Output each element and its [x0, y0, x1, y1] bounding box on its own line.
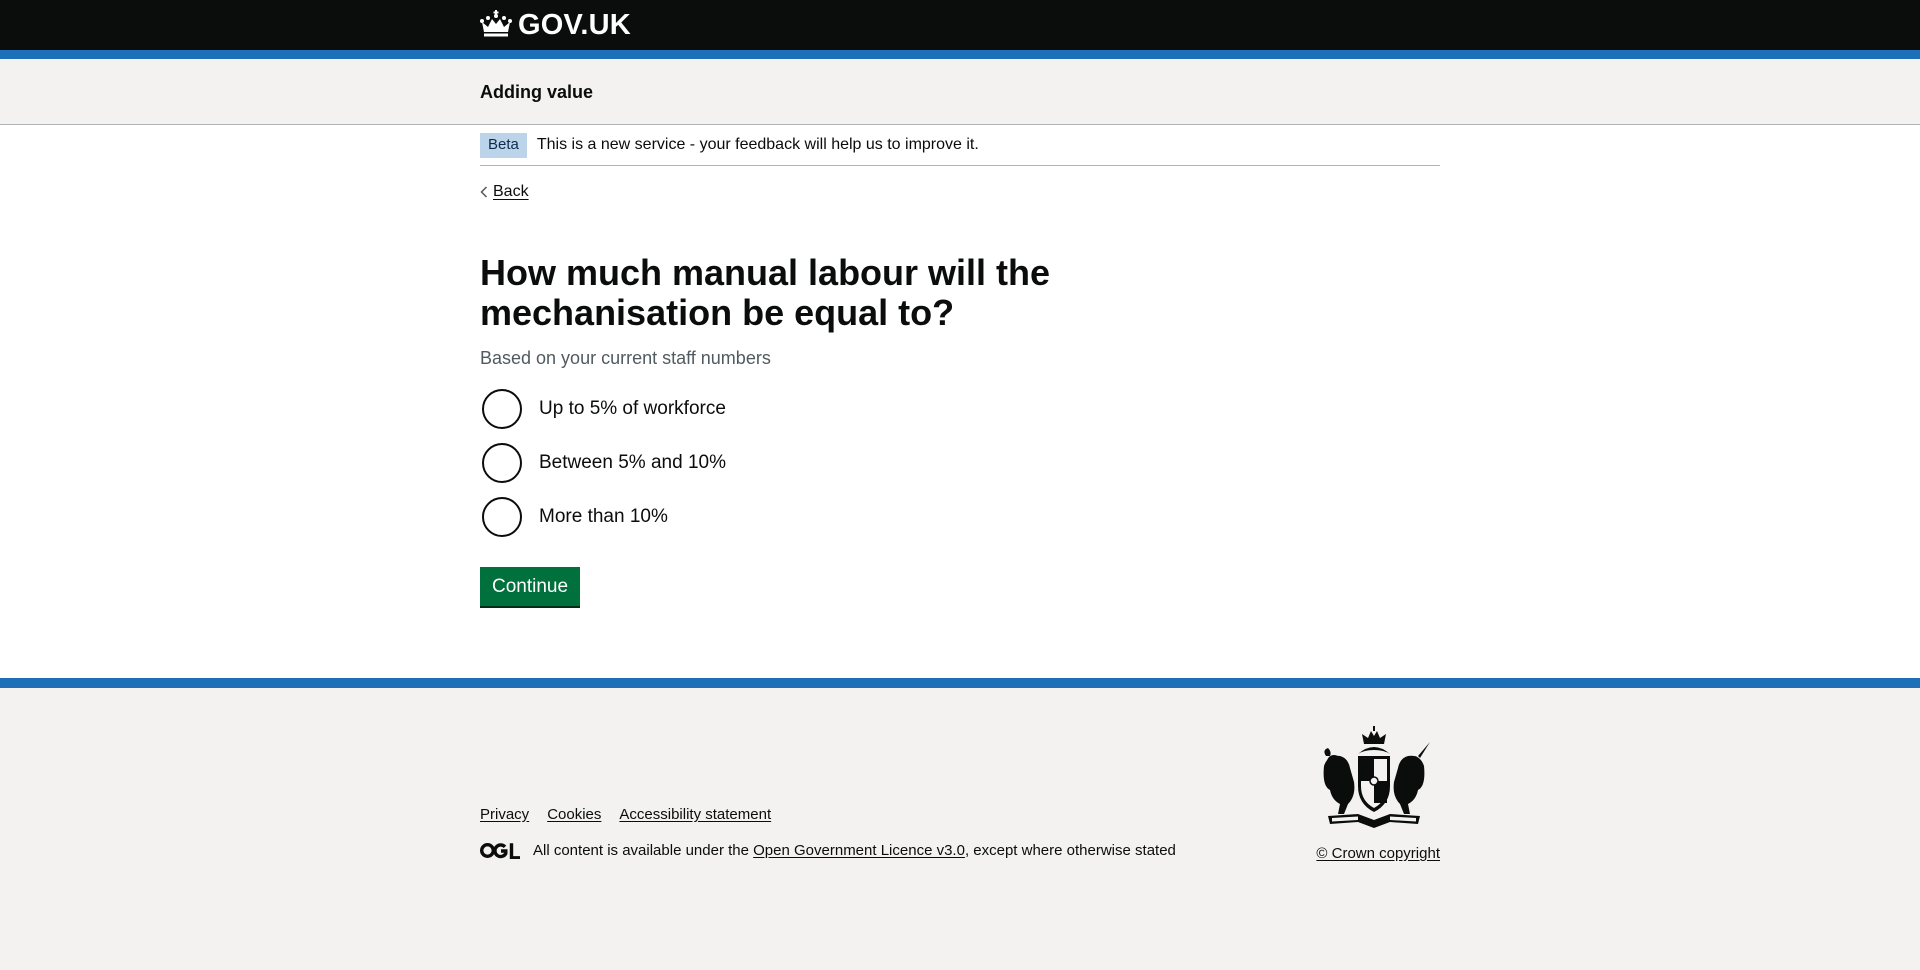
govuk-logotype: GOV.UK	[518, 8, 631, 41]
service-navigation: Adding value	[0, 59, 1920, 125]
chevron-left-icon	[480, 186, 488, 198]
licence-statement: All content is available under the Open …	[480, 842, 1176, 859]
back-link-label: Back	[493, 183, 529, 200]
footer-links: Privacy Cookies Accessibility statement	[480, 806, 771, 823]
footer-link-cookies[interactable]: Cookies	[547, 806, 601, 823]
crown-icon	[480, 10, 512, 37]
beta-tag: Beta	[480, 132, 527, 158]
govuk-home-link[interactable]: GOV.UK	[480, 9, 631, 42]
royal-coat-of-arms-icon	[1323, 726, 1430, 828]
back-link[interactable]: Back	[480, 183, 529, 201]
radio-option-more-than-10[interactable]: More than 10%	[480, 495, 1440, 539]
radio-option-up-to-5[interactable]: Up to 5% of workforce	[480, 387, 1440, 431]
radio-button[interactable]	[482, 389, 522, 429]
phase-banner: Beta This is a new service - your feedba…	[480, 125, 1440, 166]
radio-label[interactable]: More than 10%	[539, 506, 668, 528]
licence-suffix: , except where otherwise stated	[964, 842, 1176, 859]
radio-label[interactable]: Up to 5% of workforce	[539, 398, 726, 420]
header-blue-bar	[0, 50, 1920, 59]
ogl-logo-icon	[480, 843, 520, 859]
service-name[interactable]: Adding value	[480, 82, 593, 103]
radio-option-5-to-10[interactable]: Between 5% and 10%	[480, 441, 1440, 485]
footer-link-privacy[interactable]: Privacy	[480, 806, 529, 823]
question-hint: Based on your current staff numbers	[480, 348, 771, 368]
licence-prefix: All content is available under the	[533, 842, 754, 859]
radio-button[interactable]	[482, 443, 522, 483]
continue-button[interactable]: Continue	[480, 567, 581, 606]
gov-header: GOV.UK	[0, 0, 1920, 50]
crown-copyright-link[interactable]: © Crown copyright	[1316, 845, 1440, 862]
footer-link-accessibility[interactable]: Accessibility statement	[619, 806, 771, 823]
radio-button[interactable]	[482, 497, 522, 537]
page-title: How much manual labour will the mechanis…	[480, 252, 1051, 333]
radio-label[interactable]: Between 5% and 10%	[539, 452, 726, 474]
licence-link[interactable]: Open Government Licence v3.0	[753, 842, 965, 859]
phase-banner-text: This is a new service - your feedback wi…	[536, 136, 979, 153]
main-content: How much manual labour will the mechanis…	[480, 203, 1440, 606]
radio-group: Up to 5% of workforce Between 5% and 10%…	[480, 387, 1440, 539]
footer: Privacy Cookies Accessibility statement …	[0, 678, 1920, 970]
